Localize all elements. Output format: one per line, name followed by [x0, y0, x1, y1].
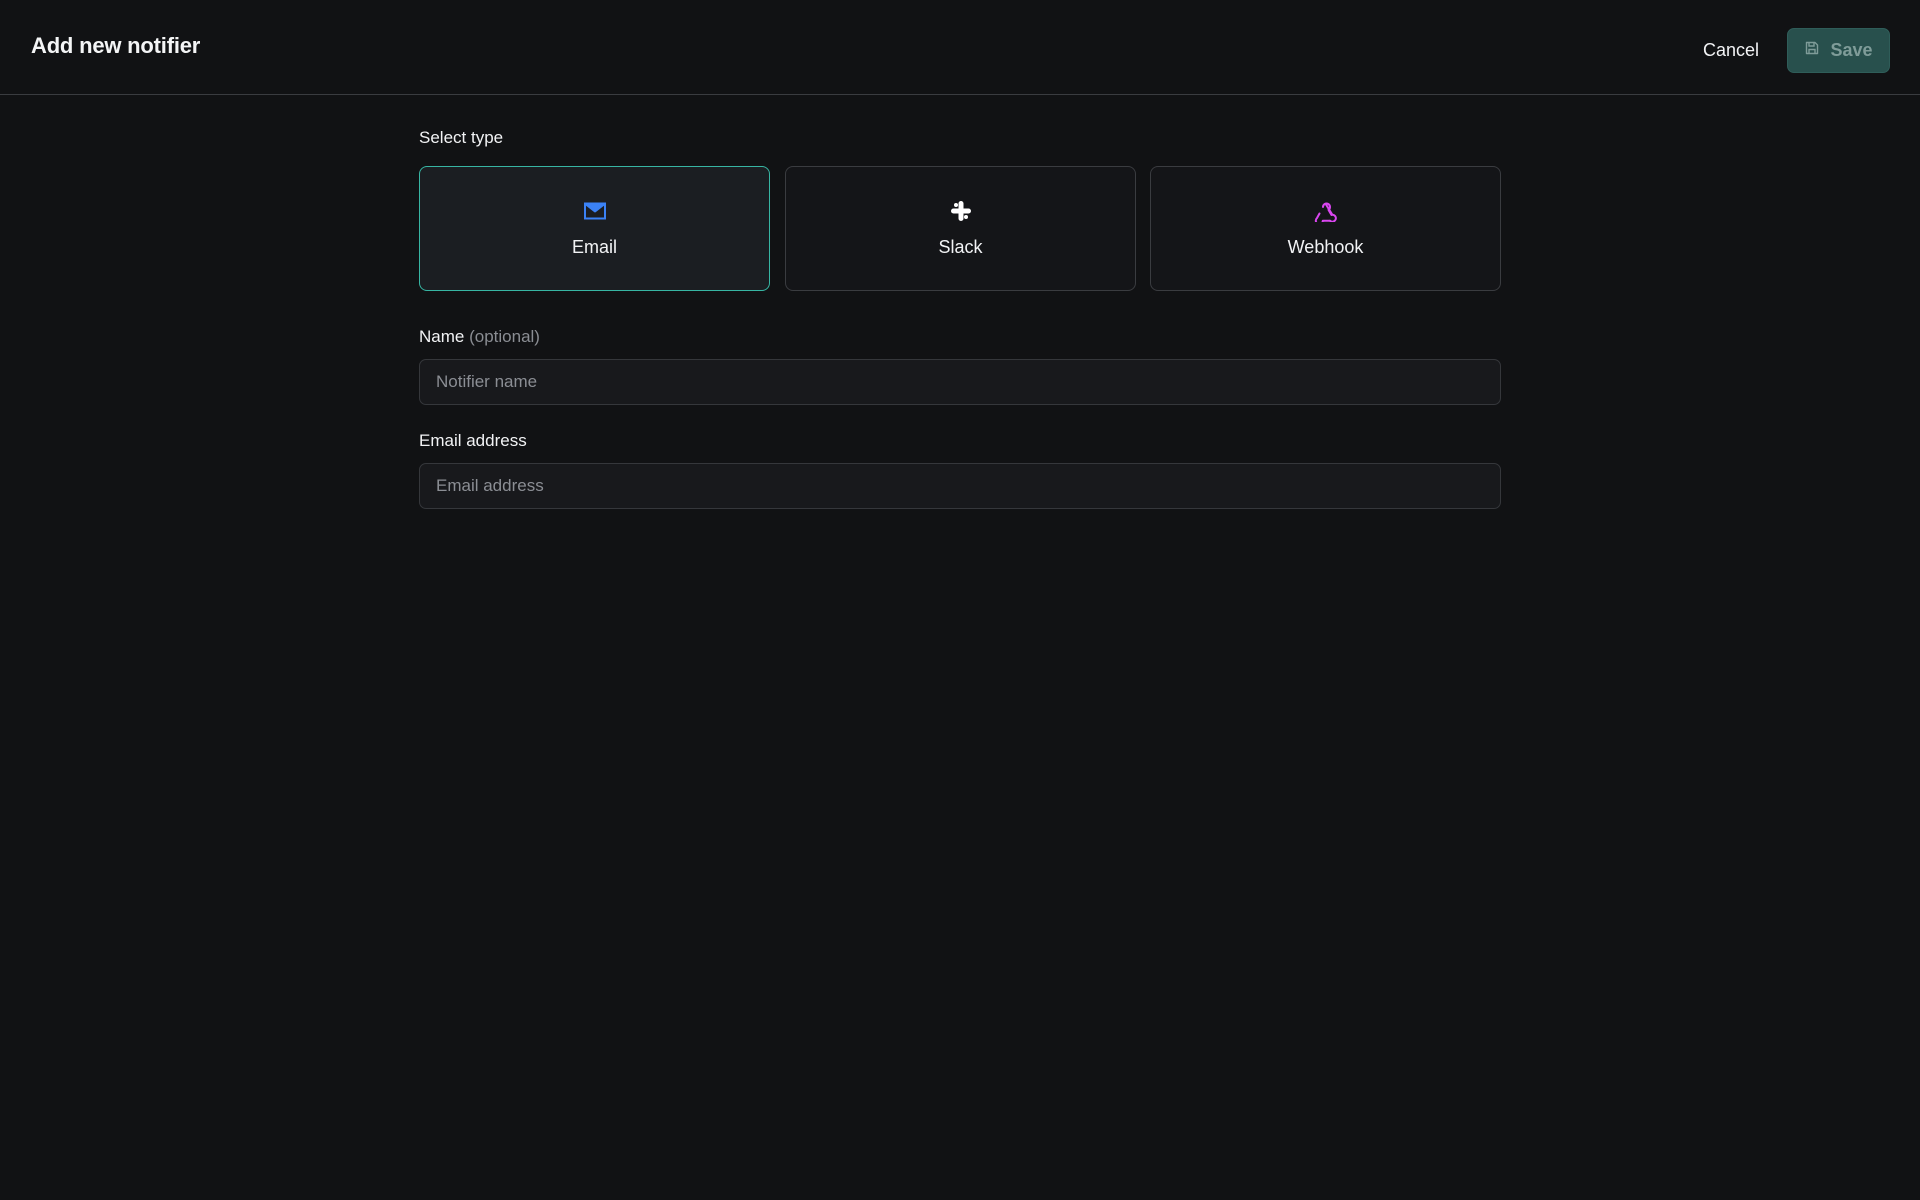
- type-selector: Email Slack Webhook: [419, 166, 1501, 291]
- type-option-label: Webhook: [1287, 237, 1364, 257]
- floppy-disk-icon: [1804, 40, 1820, 61]
- type-option-slack[interactable]: Slack: [785, 166, 1136, 291]
- webhook-icon: [1314, 199, 1338, 223]
- type-option-webhook[interactable]: Webhook: [1150, 166, 1501, 291]
- save-button-label: Save: [1830, 40, 1873, 60]
- save-button[interactable]: Save: [1787, 28, 1890, 73]
- email-field-label: Email address: [419, 431, 527, 450]
- notifier-name-input[interactable]: [419, 359, 1501, 405]
- optional-hint: (optional): [469, 327, 540, 346]
- type-option-email[interactable]: Email: [419, 166, 770, 291]
- type-option-label: Email: [571, 237, 617, 257]
- type-option-label: Slack: [938, 237, 983, 257]
- select-type-label: Select type: [419, 128, 504, 147]
- name-label-text: Name: [419, 327, 465, 346]
- header: Add new notifier Cancel Save: [0, 0, 1920, 95]
- envelope-icon: [583, 199, 607, 223]
- slack-icon: [949, 199, 973, 223]
- cancel-button[interactable]: Cancel: [1686, 29, 1776, 71]
- page-title: Add new notifier: [31, 33, 201, 58]
- name-field-label: Name (optional): [419, 327, 540, 347]
- email-address-input[interactable]: [419, 463, 1501, 509]
